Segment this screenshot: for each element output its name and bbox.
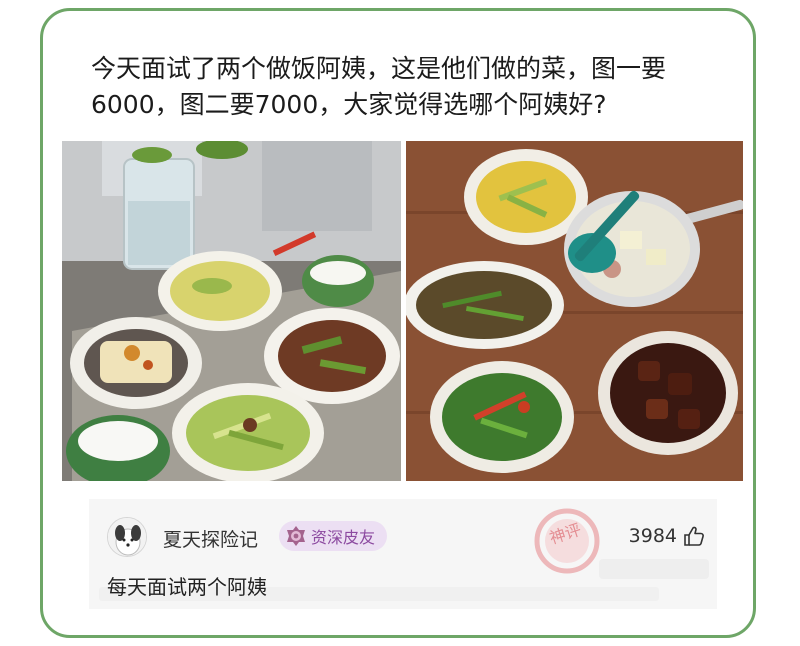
- blurred-area: [599, 559, 709, 579]
- post-text: 今天面试了两个做饭阿姨，这是他们做的菜，图一要6000，图二要7000，大家觉得…: [91, 54, 667, 119]
- food-photo-1-image: [62, 141, 401, 481]
- rank-badge-icon: [287, 526, 305, 546]
- top-comment[interactable]: 夏天探险记 资深皮友 神评 3984 每天面试两个阿姨: [89, 499, 717, 609]
- avatar-image: [108, 518, 146, 556]
- thumbs-up-icon[interactable]: [683, 525, 705, 547]
- comment-username[interactable]: 夏天探险记: [163, 525, 258, 552]
- like-count: 3984: [628, 525, 677, 547]
- user-rank-badge: 资深皮友: [279, 521, 388, 551]
- comment-text: 每天面试两个阿姨: [107, 575, 267, 599]
- badge-label: 资深皮友: [311, 528, 376, 547]
- post-card: 今天面试了两个做饭阿姨，这是他们做的菜，图一要6000，图二要7000，大家觉得…: [40, 8, 756, 638]
- food-photo-2[interactable]: [406, 141, 743, 481]
- food-photo-2-image: [406, 141, 743, 481]
- like-control[interactable]: 3984: [629, 525, 705, 547]
- avatar[interactable]: [107, 517, 147, 557]
- food-photo-1[interactable]: [62, 141, 401, 481]
